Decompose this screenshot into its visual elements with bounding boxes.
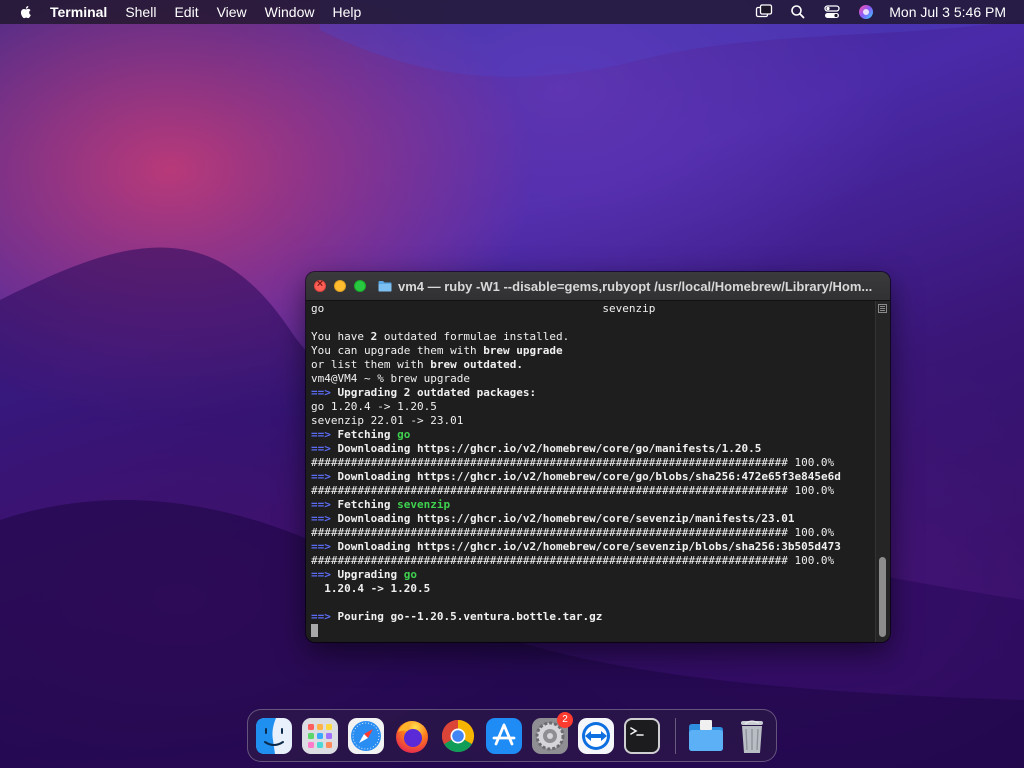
terminal-line: ==> Upgrading 2 outdated packages: [311,386,537,399]
window-controls [314,278,374,292]
dock-system-settings[interactable]: 2 [530,712,573,756]
dock-app-store[interactable] [484,716,524,756]
safari-icon [348,718,384,754]
minimize-window-button[interactable] [334,280,346,292]
terminal-line: ==> Downloading https://ghcr.io/v2/homeb… [311,512,795,525]
finder-icon [256,718,292,754]
terminal-line: You have 2 outdated formulae installed. [311,330,570,343]
menu-shell[interactable]: Shell [116,0,165,24]
terminal-line: ==> Downloading https://ghcr.io/v2/homeb… [311,540,841,553]
dock-teamviewer[interactable] [576,716,616,756]
terminal-line: go 1.20.4 -> 1.20.5 [311,400,437,413]
terminal-line: ==> Pouring go--1.20.5.ventura.bottle.ta… [311,610,603,623]
dock-firefox[interactable] [392,716,432,756]
dock-trash[interactable] [732,716,772,756]
app-menu-terminal[interactable]: Terminal [50,0,116,24]
terminal-line: ==> Fetching sevenzip [311,498,451,511]
progress-line: ########################################… [311,456,835,469]
siri-icon[interactable] [857,4,875,20]
terminal-line: ==> Downloading https://ghcr.io/v2/homeb… [311,470,841,483]
terminal-cursor [311,624,318,637]
terminal-line: go sevenzip [311,302,656,315]
terminal-line: You can upgrade them with brew upgrade [311,344,563,357]
menu-view[interactable]: View [208,0,256,24]
terminal-window[interactable]: vm4 — ruby -W1 --disable=gems,rubyopt /u… [306,272,890,642]
dock: 2 [247,709,777,762]
notification-badge: 2 [557,712,573,728]
app-store-icon [486,718,522,754]
terminal-window-title: vm4 — ruby -W1 --disable=gems,rubyopt /u… [398,278,873,294]
screen-mirroring-icon[interactable] [755,4,773,20]
dock-separator [675,718,676,754]
trash-icon [741,720,763,753]
menu-window[interactable]: Window [256,0,324,24]
teamviewer-icon [578,718,614,754]
spotlight-search-icon[interactable] [789,4,807,20]
firefox-icon [396,721,428,753]
menu-bar: Terminal Shell Edit View Window Help Mon… [0,0,1024,24]
terminal-title-bar[interactable]: vm4 — ruby -W1 --disable=gems,rubyopt /u… [306,272,890,301]
progress-line: ########################################… [311,484,835,497]
desktop: Terminal Shell Edit View Window Help Mon… [0,0,1024,768]
menu-help[interactable]: Help [323,0,370,24]
menu-bar-clock[interactable]: Mon Jul 3 5:46 PM [889,4,1006,20]
control-center-icon[interactable] [823,4,841,20]
terminal-line: ==> Upgrading go [311,568,417,581]
close-window-button[interactable] [314,278,326,292]
dock-launchpad[interactable] [300,716,340,756]
dock-terminal[interactable] [622,716,662,756]
terminal-prompt-line: vm4@VM4 ~ % brew upgrade [311,372,470,385]
progress-line: ########################################… [311,526,835,539]
terminal-line: ==> Fetching go [311,428,411,441]
terminal-line: ==> Downloading https://ghcr.io/v2/homeb… [311,442,762,455]
scrollbar-thumb[interactable] [879,557,886,637]
apple-menu-icon[interactable] [18,4,34,20]
terminal-cursor-line [311,624,876,638]
progress-line: ########################################… [311,554,835,567]
terminal-icon [624,718,660,754]
dock-finder[interactable] [254,716,294,756]
menu-edit[interactable]: Edit [165,0,207,24]
terminal-scrollbar[interactable] [875,301,890,642]
chrome-icon [441,719,475,753]
terminal-output[interactable]: go sevenzip You have 2 outdated formulae… [306,301,876,642]
launchpad-icon [302,718,338,754]
dock-downloads-folder[interactable] [686,716,726,756]
downloads-folder-icon [689,720,723,751]
terminal-line: sevenzip 22.01 -> 23.01 [311,414,464,427]
dock-chrome[interactable] [438,716,478,756]
folder-icon [378,281,392,292]
dock-safari[interactable] [346,716,386,756]
terminal-line: 1.20.4 -> 1.20.5 [311,582,431,595]
split-pane-icon[interactable] [878,304,887,313]
zoom-window-button[interactable] [354,280,366,292]
terminal-line: or list them with brew outdated. [311,358,523,371]
